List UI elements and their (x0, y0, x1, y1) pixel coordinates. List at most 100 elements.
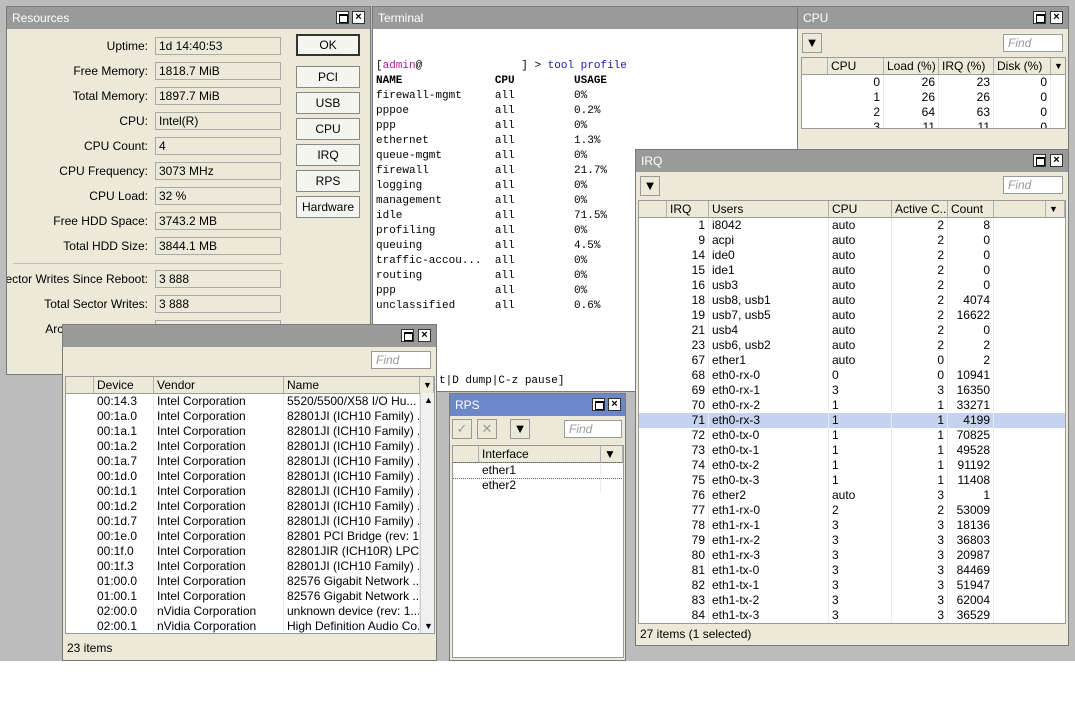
table-row[interactable]: 72 eth0-tx-0 1 1 70825 (639, 428, 1065, 443)
table-row[interactable]: 69 eth0-rx-1 3 3 16350 (639, 383, 1065, 398)
table-row[interactable]: 02:00.0 nVidia Corporation unknown device … (66, 604, 420, 619)
table-row[interactable]: 2 64 63 0 (802, 105, 1065, 120)
table-row[interactable]: 00:14.3 Intel Corporation 5520/5500/X58 I/… (66, 394, 420, 409)
table-row[interactable]: 3 11 11 0 (802, 120, 1065, 128)
table-row[interactable]: 01:00.1 Intel Corporation 82576 Gigabit Ne… (66, 589, 420, 604)
maximize-icon[interactable] (1033, 11, 1046, 24)
irq-col-3[interactable]: Active C... (892, 201, 948, 217)
table-row[interactable]: 23 usb6, usb2 auto 2 2 (639, 338, 1065, 353)
cpu-find-input[interactable]: Find (1003, 34, 1063, 52)
scroll-up-icon[interactable]: ▲ (424, 395, 433, 405)
table-row[interactable]: 00:1a.1 Intel Corporation 82801JI (ICH10 F… (66, 424, 420, 439)
table-row[interactable]: 00:1d.1 Intel Corporation 82801JI (ICH10 F… (66, 484, 420, 499)
pci-scrollbar[interactable]: ▲ ▼ (420, 393, 434, 633)
cpu-window[interactable]: CPU × ▼ Find CPU Load (%) IRQ (%) Disk (%) ▼… (797, 6, 1069, 150)
table-row[interactable]: 00:1a.7 Intel Corporation 82801JI (ICH10 F… (66, 454, 420, 469)
rps-window[interactable]: RPS × ✓ ✕ ▼ Find Interface ▼ ether1 ether… (449, 393, 626, 661)
terminal-titlebar[interactable]: Terminal (373, 7, 799, 29)
pci-col-name[interactable]: Name (284, 377, 420, 393)
cpu-col-1[interactable]: Load (%) (884, 58, 939, 74)
pci-find-input[interactable]: Find (371, 351, 431, 369)
irq-button[interactable]: IRQ (296, 144, 360, 166)
filter-icon[interactable]: ▼ (640, 176, 660, 196)
table-row[interactable]: 00:1e.0 Intel Corporation 82801 PCI Bridge… (66, 529, 420, 544)
pci-titlebar[interactable]: × (63, 325, 436, 347)
table-row[interactable]: 78 eth1-rx-1 3 3 18136 (639, 518, 1065, 533)
rps-find-input[interactable]: Find (564, 420, 622, 438)
table-row[interactable]: 02:00.1 nVidia Corporation High Definition… (66, 619, 420, 633)
maximize-icon[interactable] (336, 11, 349, 24)
cpu-col-3[interactable]: Disk (%) (994, 58, 1051, 74)
table-row[interactable]: 16 usb3 auto 2 0 (639, 278, 1065, 293)
pci-col-device[interactable]: Device (94, 377, 154, 393)
maximize-icon[interactable] (401, 329, 414, 342)
hardware-button[interactable]: Hardware (296, 196, 360, 218)
irq-find-input[interactable]: Find (1003, 176, 1063, 194)
table-row[interactable]: ether1 (453, 462, 623, 479)
table-row[interactable]: 1 i8042 auto 2 8 (639, 218, 1065, 233)
ok-button[interactable]: OK (296, 34, 360, 56)
resources-titlebar[interactable]: Resources × (7, 7, 370, 29)
table-row[interactable]: 00:1a.2 Intel Corporation 82801JI (ICH10 F… (66, 439, 420, 454)
rps-button[interactable]: RPS (296, 170, 360, 192)
table-row[interactable]: 00:1d.7 Intel Corporation 82801JI (ICH10 F… (66, 514, 420, 529)
table-row[interactable]: 1 26 26 0 (802, 90, 1065, 105)
table-row[interactable]: 00:1d.0 Intel Corporation 82801JI (ICH10 F… (66, 469, 420, 484)
table-row[interactable]: 14 ide0 auto 2 0 (639, 248, 1065, 263)
table-row[interactable]: 80 eth1-rx-3 3 3 20987 (639, 548, 1065, 563)
irq-window[interactable]: IRQ × ▼ Find IRQ Users CPU Active C... Count… (635, 149, 1069, 646)
irq-col-0[interactable]: IRQ (667, 201, 709, 217)
table-row[interactable]: 01:00.0 Intel Corporation 82576 Gigabit Ne… (66, 574, 420, 589)
maximize-icon[interactable] (1033, 154, 1046, 167)
close-icon[interactable]: × (352, 11, 365, 24)
pci-window[interactable]: × Find Device Vendor Name ▼ 00:14.3 Intel Co… (62, 324, 437, 661)
irq-col-2[interactable]: CPU (829, 201, 892, 217)
resources-window[interactable]: Resources × Uptime: 1d 14:40:53 Free Memor… (6, 6, 371, 375)
rps-col-interface[interactable]: Interface (479, 446, 601, 462)
table-row[interactable]: 00:1f.3 Intel Corporation 82801JI (ICH10 F… (66, 559, 420, 574)
table-row[interactable]: 00:1a.0 Intel Corporation 82801JI (ICH10 F… (66, 409, 420, 424)
disable-icon[interactable]: ✕ (477, 419, 497, 439)
close-icon[interactable]: × (608, 398, 621, 411)
table-row[interactable]: 75 eth0-tx-3 1 1 11408 (639, 473, 1065, 488)
table-row[interactable]: 67 ether1 auto 0 2 (639, 353, 1065, 368)
irq-titlebar[interactable]: IRQ × (636, 150, 1068, 172)
pci-col-vendor[interactable]: Vendor (154, 377, 284, 393)
table-row[interactable]: 76 ether2 auto 3 1 (639, 488, 1065, 503)
maximize-icon[interactable] (592, 398, 605, 411)
irq-col-4[interactable]: Count (948, 201, 994, 217)
table-row[interactable]: 81 eth1-tx-0 3 3 84469 (639, 563, 1065, 578)
irq-col-1[interactable]: Users (709, 201, 829, 217)
pci-button[interactable]: PCI (296, 66, 360, 88)
filter-icon[interactable]: ▼ (510, 419, 530, 439)
table-row[interactable]: 21 usb4 auto 2 0 (639, 323, 1065, 338)
table-row[interactable]: 68 eth0-rx-0 0 0 10941 (639, 368, 1065, 383)
table-row[interactable]: 15 ide1 auto 2 0 (639, 263, 1065, 278)
cpu-col-2[interactable]: IRQ (%) (939, 58, 994, 74)
table-row[interactable]: 73 eth0-tx-1 1 1 49528 (639, 443, 1065, 458)
filter-icon[interactable]: ▼ (802, 33, 822, 53)
table-row[interactable]: 84 eth1-tx-3 3 3 36529 (639, 608, 1065, 623)
table-row[interactable]: 77 eth1-rx-0 2 2 53009 (639, 503, 1065, 518)
column-menu-icon[interactable]: ▼ (420, 377, 434, 393)
table-row[interactable]: 83 eth1-tx-2 3 3 62004 (639, 593, 1065, 608)
enable-icon[interactable]: ✓ (452, 419, 472, 439)
column-menu-icon[interactable]: ▼ (601, 446, 623, 462)
close-icon[interactable]: × (1050, 11, 1063, 24)
column-menu-icon[interactable]: ▼ (1051, 58, 1065, 74)
usb-button[interactable]: USB (296, 92, 360, 114)
table-row[interactable]: ether2 (453, 478, 623, 493)
rps-titlebar[interactable]: RPS × (450, 394, 625, 416)
cpu-button[interactable]: CPU (296, 118, 360, 140)
table-row[interactable]: 79 eth1-rx-2 3 3 36803 (639, 533, 1065, 548)
table-row[interactable]: 18 usb8, usb1 auto 2 4074 (639, 293, 1065, 308)
close-icon[interactable]: × (418, 329, 431, 342)
table-row[interactable]: 0 26 23 0 (802, 75, 1065, 90)
table-row[interactable]: 19 usb7, usb5 auto 2 16622 (639, 308, 1065, 323)
table-row[interactable]: 00:1f.0 Intel Corporation 82801JIR (ICH10R… (66, 544, 420, 559)
table-row[interactable]: 00:1d.2 Intel Corporation 82801JI (ICH10 F… (66, 499, 420, 514)
scroll-down-icon[interactable]: ▼ (424, 621, 433, 631)
close-icon[interactable]: × (1050, 154, 1063, 167)
table-row[interactable]: 9 acpi auto 2 0 (639, 233, 1065, 248)
table-row[interactable]: 82 eth1-tx-1 3 3 51947 (639, 578, 1065, 593)
